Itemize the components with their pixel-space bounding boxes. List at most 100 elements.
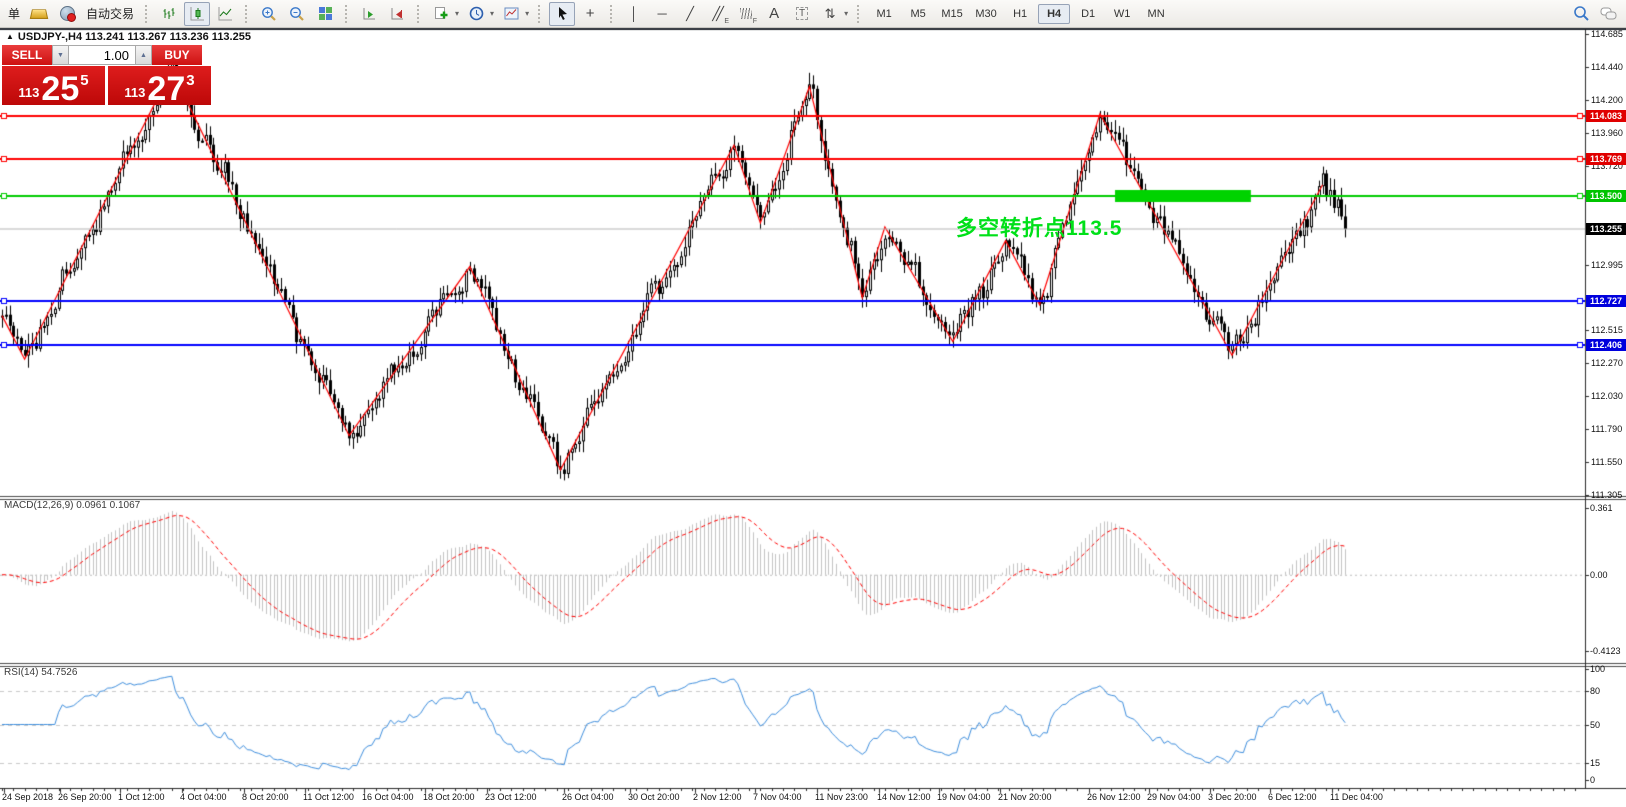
price-line-label[interactable]: 114.083 [1586,110,1626,122]
search-button[interactable] [1568,2,1594,26]
chart-canvas[interactable] [0,0,1626,807]
timeframe-d1[interactable]: D1 [1072,4,1104,24]
timeframe-m1[interactable]: M1 [868,4,900,24]
buy-price-display[interactable]: 113 27 3 [108,66,211,106]
volume-decrease-button[interactable]: ▼ [52,45,69,65]
crosshair-icon: + [585,5,595,22]
toolbar-grip [538,4,542,23]
time-axis-label: 11 Oct 12:00 [303,792,354,802]
macd-axis-tick-label: 0.361 [1590,503,1613,513]
timeframe-h4[interactable]: H4 [1038,3,1071,24]
auto-scroll-button[interactable] [356,2,382,26]
sell-price-display[interactable]: 113 25 5 [2,66,105,106]
toolbar-grip [145,4,149,23]
rsi-axis-tick-label: 0 [1590,775,1596,785]
line-chart-button[interactable] [212,2,238,26]
sell-price-prefix: 113 [18,85,40,100]
text-label-tool[interactable]: T [789,2,815,26]
price-line-label[interactable]: 113.255 [1586,223,1626,235]
chart-shift-button[interactable] [384,2,410,26]
toolbar-grip [857,4,861,23]
price-axis-tick-label: 111.790 [1591,424,1623,434]
time-axis-label: 24 Sep 2018 [2,792,54,802]
vertical-line-tool[interactable]: │ [621,2,647,26]
channel-sub-label: E [724,17,730,25]
order-menu[interactable]: 单 [8,5,20,22]
one-click-trade-panel: SELL ▼ ▲ BUY 113 25 5 113 27 3 [2,45,211,106]
toolbar-grip [610,4,614,23]
timeframe-m30[interactable]: M30 [970,4,1002,24]
autotrade-button[interactable]: 自动交易 [86,5,134,22]
timeframe-m5[interactable]: M5 [902,4,934,24]
price-axis-tick-label: 111.305 [1591,490,1623,500]
fibonacci-icon [740,8,753,19]
buy-button[interactable]: BUY [152,45,202,65]
trendline-tool[interactable]: ╱ [677,2,703,26]
chat-button[interactable] [1596,2,1622,26]
toolbar-grip [345,4,349,23]
timeframe-w1[interactable]: W1 [1106,4,1138,24]
zoom-in-button[interactable] [256,2,282,26]
candlestick-icon [190,7,204,21]
fibonacci-sub-label: F [752,17,758,25]
clock-icon [469,6,483,21]
price-line-label[interactable]: 113.769 [1586,153,1626,165]
templates-dropdown-caret[interactable]: ▾ [525,9,529,18]
search-icon [1573,6,1589,21]
zoom-out-button[interactable] [284,2,310,26]
bar-chart-icon [163,8,175,19]
templates-button[interactable] [498,2,524,26]
periods-dropdown-caret[interactable]: ▾ [490,9,494,18]
horizontal-line-icon: ─ [657,6,667,21]
timeframe-h1[interactable]: H1 [1004,4,1036,24]
price-axis-tick-label: 112.515 [1591,325,1623,335]
timeframe-m15[interactable]: M15 [936,4,968,24]
text-label-icon: T [796,7,809,20]
volume-input[interactable] [69,45,135,65]
price-line-label[interactable]: 112.727 [1586,295,1626,307]
time-axis-label: 2 Nov 12:00 [693,792,742,802]
price-axis-tick-label: 113.960 [1591,128,1623,138]
text-tool[interactable]: A [761,2,787,26]
time-axis-label: 8 Oct 20:00 [242,792,289,802]
arrows-tool[interactable]: ⇅ [817,2,843,26]
toolbar-grip [245,4,249,23]
equidistant-channel-tool[interactable]: ╱╱ E [705,2,731,26]
price-axis-tick-label: 114.440 [1591,62,1623,72]
time-axis-label: 18 Oct 20:00 [423,792,475,802]
arrows-dropdown-caret[interactable]: ▾ [844,9,848,18]
rsi-indicator-label: RSI(14) 54.7526 [4,667,78,678]
price-line-label[interactable]: 113.500 [1586,190,1626,202]
volume-increase-button[interactable]: ▲ [135,45,152,65]
time-axis-label: 21 Nov 20:00 [998,792,1052,802]
gold-ingot-icon[interactable] [26,2,52,26]
bar-chart-button[interactable] [156,2,182,26]
time-axis-label: 7 Nov 04:00 [753,792,802,802]
time-axis-label: 6 Dec 12:00 [1268,792,1317,802]
candlestick-chart-button[interactable] [184,1,211,26]
autotrade-status-icon[interactable] [54,2,80,26]
sell-button[interactable]: SELL [2,45,52,65]
crosshair-tool[interactable]: + [577,2,603,26]
tile-windows-button[interactable] [312,2,338,26]
time-axis-label: 3 Dec 20:00 [1208,792,1257,802]
fibonacci-tool[interactable]: F [733,2,759,26]
zoom-in-icon [262,6,276,21]
timeframe-mn[interactable]: MN [1140,4,1172,24]
price-axis-tick-label: 112.995 [1591,260,1623,270]
time-axis-label: 23 Oct 12:00 [485,792,537,802]
time-axis-label: 30 Oct 20:00 [628,792,680,802]
horizontal-line-tool[interactable]: ─ [649,2,675,26]
collapse-arrow-icon[interactable]: ▲ [6,32,14,41]
symbol-header: ▲ USDJPY-,H4 113.241 113.267 113.236 113.… [6,31,251,43]
indicator-dropdown-caret[interactable]: ▾ [455,9,459,18]
periods-button[interactable] [463,2,489,26]
cursor-tool[interactable] [549,1,576,26]
time-axis-label: 26 Oct 04:00 [562,792,614,802]
template-icon [504,7,519,20]
autotrade-face-icon [59,6,76,22]
chart-shift-icon [391,8,403,20]
tile-windows-icon [318,7,332,20]
price-line-label[interactable]: 112.406 [1586,339,1626,351]
add-indicator-button[interactable] [428,2,454,26]
